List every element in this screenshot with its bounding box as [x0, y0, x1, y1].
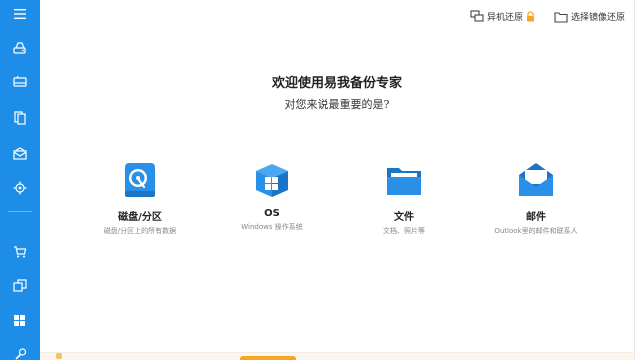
- tile-mail-icon-wrap: [516, 160, 556, 200]
- tile-os-icon-wrap: [252, 160, 292, 200]
- sidebar-item-clone[interactable]: [0, 272, 40, 300]
- tile-file-desc: 文档、照片等: [383, 227, 425, 235]
- select-image-restore-button[interactable]: 选择镜像还原: [554, 10, 625, 23]
- promo-pill[interactable]: [240, 356, 296, 360]
- tile-file[interactable]: 文件 文档、照片等: [339, 160, 469, 236]
- sidebar-item-smart-backup[interactable]: [0, 174, 40, 202]
- tile-disk-desc: 磁盘/分区上的所有数据: [103, 227, 177, 235]
- tile-mail-desc: Outlook里的邮件和联系人: [494, 227, 578, 235]
- lock-icon: [527, 11, 535, 22]
- windows-tools-icon: [14, 315, 25, 326]
- sidebar-item-windows-tools[interactable]: [0, 306, 40, 334]
- sidebar-item-cart[interactable]: [0, 238, 40, 266]
- tile-mail[interactable]: 邮件 Outlook里的邮件和联系人: [471, 160, 601, 236]
- welcome-title: 欢迎使用易我备份专家: [271, 76, 402, 91]
- os-icon: [256, 164, 288, 197]
- file-backup-icon: [14, 111, 26, 125]
- restore-other-icon: [470, 10, 484, 22]
- folder-outline-icon: [554, 11, 568, 23]
- disk-icon: [125, 163, 155, 197]
- system-backup-icon: [13, 75, 27, 87]
- sidebar-item-file-backup[interactable]: [0, 104, 40, 132]
- tile-file-icon-wrap: [384, 160, 424, 200]
- sidebar-item-disk-backup[interactable]: [0, 34, 40, 62]
- sidebar-item-system-backup[interactable]: [0, 68, 40, 96]
- mail-backup-icon: [13, 147, 27, 160]
- menu-button[interactable]: [0, 0, 40, 28]
- bottom-status-strip: [40, 352, 634, 360]
- window-right-edge: [634, 0, 640, 360]
- tile-os-desc: Windows 操作系统: [241, 223, 303, 231]
- cart-icon: [14, 246, 27, 258]
- tile-disk-partition[interactable]: 磁盘/分区 磁盘/分区上的所有数据: [75, 160, 205, 236]
- sidebar: [0, 0, 40, 360]
- tile-disk-icon-wrap: [120, 160, 160, 200]
- disk-backup-icon: [13, 42, 26, 54]
- folder-icon: [387, 168, 421, 195]
- sidebar-item-tools[interactable]: [0, 340, 40, 360]
- tile-mail-label: 邮件: [526, 212, 546, 223]
- hamburger-menu-icon: [14, 9, 26, 19]
- sidebar-divider: [8, 211, 32, 212]
- restore-to-other-button[interactable]: 异机还原: [470, 10, 538, 23]
- tile-disk-label: 磁盘/分区: [118, 212, 162, 223]
- clone-icon: [13, 279, 27, 292]
- status-dot: [56, 353, 62, 359]
- mail-icon: [519, 163, 553, 196]
- smart-backup-icon: [13, 181, 27, 195]
- welcome-subtitle: 对您来说最重要的是?: [284, 98, 390, 111]
- restore-other-label: 异机还原: [487, 13, 524, 23]
- sidebar-item-mail-backup[interactable]: [0, 140, 40, 168]
- tools-icon: [15, 348, 27, 360]
- tile-os[interactable]: OS Windows 操作系统: [207, 160, 337, 232]
- tile-file-label: 文件: [394, 212, 414, 223]
- tile-os-label: OS: [264, 208, 280, 219]
- select-image-restore-label: 选择镜像还原: [571, 13, 626, 23]
